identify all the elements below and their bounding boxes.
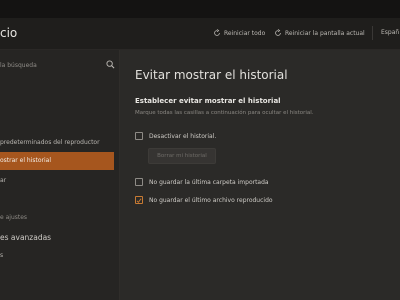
checkbox-checked[interactable] [135,196,143,204]
sidebar-heading-settings: e ajustes [0,214,28,221]
reset-icon [275,29,281,36]
option-disable-history[interactable]: Desactivar el historial. [135,132,216,140]
reset-screen-button[interactable]: Reiniciar la pantalla actual [274,29,365,37]
checkmark-icon [136,197,142,203]
search-box [0,58,118,72]
clear-history-button[interactable]: Borrar mi historial [148,148,216,164]
language-selector[interactable]: Españ [381,29,399,36]
option-no-last-file[interactable]: No guardar el último archivo reproducido [135,196,273,204]
sidebar: predeterminados del reproductor ostrar e… [0,50,120,300]
search-input[interactable] [0,58,100,72]
reset-screen-label: Reiniciar la pantalla actual [285,29,365,37]
sidebar-item-other[interactable]: ar [0,177,6,184]
option-label: No guardar la última carpeta importada [149,178,269,186]
checkbox-unchecked[interactable] [135,178,143,186]
page-title: Evitar mostrar el historial [135,68,288,82]
option-no-last-folder[interactable]: No guardar la última carpeta importada [135,178,269,186]
header-bar: cio Reiniciar todo Reiniciar la pantalla… [0,18,400,50]
reset-all-label: Reiniciar todo [224,29,266,37]
sidebar-item-hide-history[interactable]: ostrar el historial [0,152,114,170]
section-title: Establecer evitar mostrar el historial [135,97,281,105]
sidebar-item-advanced[interactable]: es avanzadas [0,233,51,242]
sidebar-item-player-defaults[interactable]: predeterminados del reproductor [0,139,100,146]
main-panel: Evitar mostrar el historial Establecer e… [120,50,400,300]
option-label: No guardar el último archivo reproducido [149,196,273,204]
window-top-strip [0,0,400,18]
section-description: Marque todas las casillas a continuación… [135,110,314,116]
option-label: Desactivar el historial. [149,132,217,140]
app-title: cio [0,26,18,40]
reset-icon [214,29,220,36]
reset-all-button[interactable]: Reiniciar todo [213,29,265,37]
sidebar-item-last[interactable]: s [0,252,3,259]
search-icon[interactable] [106,60,115,69]
checkbox-unchecked[interactable] [135,132,143,140]
header-divider [372,26,373,40]
